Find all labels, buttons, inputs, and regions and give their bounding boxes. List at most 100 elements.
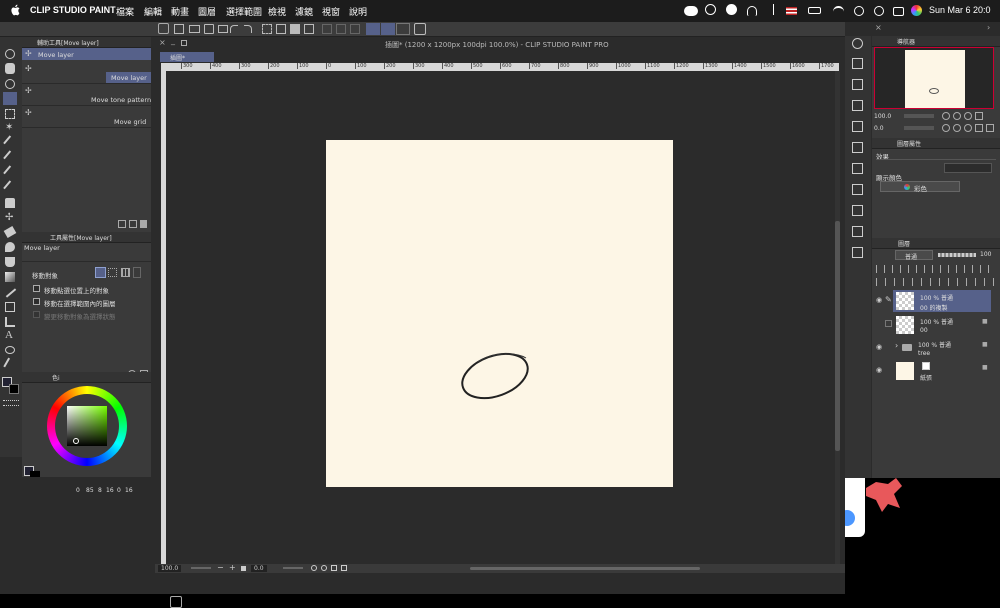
- decoration-tool-icon[interactable]: ✢: [5, 213, 15, 223]
- ruler-tool-icon[interactable]: [5, 317, 15, 327]
- layer-row-folder[interactable]: ◉ › 100 % 普通 tree ■: [872, 337, 1000, 359]
- nav-actual-size-icon[interactable]: [964, 112, 972, 120]
- material-6-icon[interactable]: [852, 247, 863, 258]
- airbrush-tool-icon[interactable]: [5, 198, 15, 208]
- color-tab-label[interactable]: 色i: [52, 373, 60, 382]
- panel-close-icon[interactable]: ×: [875, 23, 882, 32]
- timeline-icon[interactable]: [170, 596, 182, 608]
- transform-icon[interactable]: [290, 24, 300, 34]
- navigator-angle[interactable]: 0.0: [874, 125, 884, 132]
- hand-tool-icon[interactable]: [5, 63, 15, 74]
- clear-icon[interactable]: [262, 24, 272, 34]
- figure-tool-icon[interactable]: [5, 288, 17, 298]
- material-2-icon[interactable]: [852, 163, 863, 174]
- target-dropdown[interactable]: [133, 267, 141, 278]
- undo-icon[interactable]: [230, 25, 238, 33]
- eyedropper-icon[interactable]: [3, 135, 19, 151]
- blend-mode-dropdown[interactable]: 普通: [895, 250, 933, 261]
- fill-icon[interactable]: [276, 24, 286, 34]
- navigator-preview[interactable]: [874, 47, 994, 109]
- fill-tool-icon[interactable]: [5, 257, 15, 267]
- layer-row[interactable]: 100 % 普通 00 ■: [872, 314, 1000, 336]
- us-flag-icon[interactable]: [786, 7, 797, 15]
- zoom-in-icon[interactable]: +: [229, 563, 236, 572]
- time-machine-icon[interactable]: [854, 6, 864, 16]
- layer-tab[interactable]: 圖層: [898, 239, 910, 248]
- pen-tool-icon[interactable]: [3, 150, 19, 166]
- opacity-value[interactable]: 100: [980, 251, 991, 258]
- lock-checkbox[interactable]: [885, 320, 892, 327]
- deselect-icon[interactable]: [322, 24, 332, 34]
- nav-fit-icon[interactable]: [975, 112, 983, 120]
- selection-tool-icon[interactable]: [5, 109, 15, 119]
- target-grid-button[interactable]: [121, 268, 130, 277]
- eye-icon[interactable]: ◉: [876, 296, 882, 304]
- rotation-slider[interactable]: [283, 567, 303, 569]
- canvas-paper[interactable]: [326, 140, 673, 487]
- record-icon[interactable]: [726, 4, 737, 15]
- sub-tool-item-move-grid[interactable]: ✢ Move grid: [22, 106, 151, 128]
- eye-icon[interactable]: ◉: [876, 366, 882, 374]
- add-sub-tool-icon[interactable]: [129, 220, 137, 228]
- material-icon[interactable]: [852, 100, 863, 111]
- frame-border-icon[interactable]: [5, 302, 15, 312]
- menu-layer[interactable]: 圖層: [198, 5, 216, 18]
- rotate-right-icon[interactable]: [321, 565, 327, 571]
- control-center-icon[interactable]: [893, 7, 904, 16]
- sub-view-icon[interactable]: [852, 58, 863, 69]
- brush-tool-icon[interactable]: [3, 180, 19, 196]
- magic-wand-icon[interactable]: ✶: [5, 123, 15, 133]
- transparent-color-icon[interactable]: [3, 400, 19, 406]
- fit-icon[interactable]: [241, 566, 246, 571]
- material-5-icon[interactable]: [852, 226, 863, 237]
- layer-toolbar-icons[interactable]: [876, 265, 996, 273]
- operation-tool-icon[interactable]: [5, 79, 15, 89]
- info-icon[interactable]: [852, 79, 863, 90]
- layer-row[interactable]: ◉ ✎ 100 % 普通 00 的複製: [872, 290, 1000, 313]
- menu-view[interactable]: 檢視: [268, 5, 286, 18]
- snap-grid-icon[interactable]: [396, 23, 410, 35]
- menu-file[interactable]: 檔案: [116, 5, 134, 18]
- nav-reset-rotate-icon[interactable]: [964, 124, 972, 132]
- sub-color-swatch[interactable]: [9, 384, 19, 394]
- auto-action-icon[interactable]: [852, 142, 863, 153]
- sub-tool-item-move-layer-group[interactable]: ✢ Move layer: [22, 48, 151, 60]
- new-file-icon[interactable]: [174, 24, 184, 34]
- apple-icon[interactable]: [10, 4, 22, 16]
- balloon-tool-icon[interactable]: [5, 346, 15, 354]
- navigator-icon[interactable]: [852, 38, 863, 49]
- nav-flip-v-icon[interactable]: [986, 124, 994, 132]
- layer-row-paper[interactable]: ◉ 紙張 ■: [872, 360, 1000, 382]
- canvas-tab[interactable]: 插圖*: [160, 52, 214, 62]
- nav-rotate-right-icon[interactable]: [953, 124, 961, 132]
- snap-special-ruler-icon[interactable]: [381, 23, 395, 35]
- headphones-icon[interactable]: [747, 6, 757, 16]
- nav-zoom-in-icon[interactable]: [953, 112, 961, 120]
- layer-property-tab[interactable]: 圖層屬性: [897, 139, 921, 148]
- blend-tool-icon[interactable]: [5, 242, 15, 252]
- copy-sub-tool-icon[interactable]: [118, 220, 126, 228]
- nav-zoom-out-icon[interactable]: [942, 112, 950, 120]
- siri-icon[interactable]: [911, 5, 922, 16]
- battery-icon[interactable]: [808, 7, 821, 14]
- rotate-left-icon[interactable]: [311, 565, 317, 571]
- color-picker-cursor[interactable]: [73, 438, 79, 444]
- horizontal-scroll-thumb[interactable]: [470, 567, 700, 570]
- crop-icon[interactable]: [304, 24, 314, 34]
- eraser-tool-icon[interactable]: [3, 226, 17, 238]
- color-wheel[interactable]: [47, 386, 127, 466]
- folder-expand-icon[interactable]: ›: [895, 341, 898, 350]
- history-icon[interactable]: [852, 121, 863, 132]
- zoom-slider[interactable]: [191, 567, 211, 569]
- vertical-scrollbar[interactable]: [835, 71, 840, 571]
- pencil-tool-icon[interactable]: [3, 165, 19, 181]
- option-checkbox-3[interactable]: [33, 311, 40, 318]
- correct-line-icon[interactable]: [3, 357, 19, 373]
- menu-animation[interactable]: 動畫: [171, 5, 189, 18]
- panel-collapse-icon[interactable]: ›: [987, 23, 990, 32]
- zoom-field[interactable]: 100.0: [158, 565, 182, 572]
- creative-cloud-icon[interactable]: [705, 4, 716, 15]
- sub-tool-item-move-layer[interactable]: ✢ Move layer: [22, 62, 151, 84]
- sub-tool-item-move-tone-pattern[interactable]: ✢ Move tone pattern: [22, 84, 151, 106]
- menu-selection[interactable]: 選擇範圍: [226, 5, 262, 18]
